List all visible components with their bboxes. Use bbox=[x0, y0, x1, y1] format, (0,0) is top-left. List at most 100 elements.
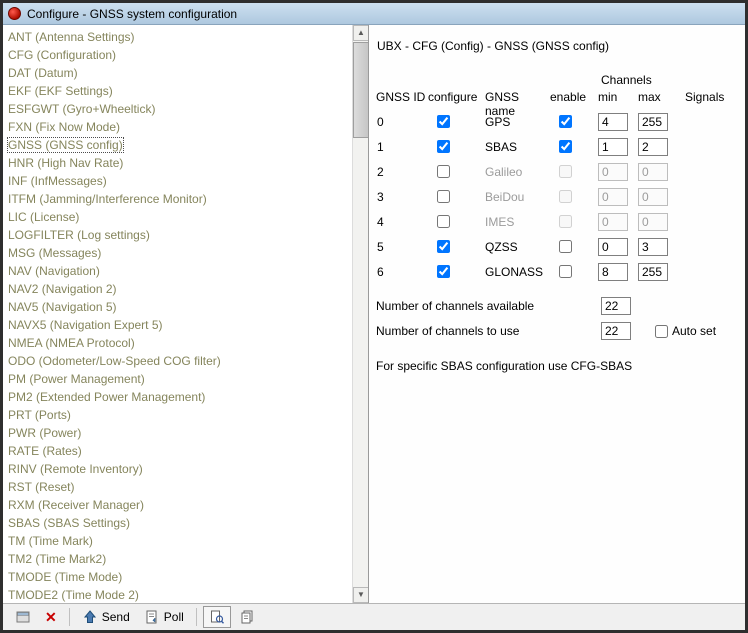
scroll-down-button[interactable]: ▼ bbox=[353, 587, 369, 603]
configure-cell bbox=[428, 159, 485, 184]
sidebar-item-itfm[interactable]: ITFM (Jamming/Interference Monitor) bbox=[3, 190, 352, 208]
max-cell bbox=[638, 109, 685, 134]
sidebar-item-label: HNR (High Nav Rate) bbox=[8, 156, 123, 170]
sidebar-item-label: GNSS (GNSS config) bbox=[8, 138, 123, 152]
sidebar-item-nav5[interactable]: NAV5 (Navigation 5) bbox=[3, 298, 352, 316]
scrollbar-thumb[interactable] bbox=[353, 42, 369, 138]
sidebar-item-pwr[interactable]: PWR (Power) bbox=[3, 424, 352, 442]
sidebar-item-rinv[interactable]: RINV (Remote Inventory) bbox=[3, 460, 352, 478]
enable-checkbox bbox=[559, 190, 572, 203]
send-button[interactable]: Send bbox=[76, 606, 136, 628]
sidebar-item-lic[interactable]: LIC (License) bbox=[3, 208, 352, 226]
min-channels-field[interactable] bbox=[598, 113, 628, 131]
scroll-up-button[interactable]: ▲ bbox=[353, 25, 369, 41]
sidebar-item-label: PWR (Power) bbox=[8, 426, 81, 440]
sidebar-item-cfg[interactable]: CFG (Configuration) bbox=[3, 46, 352, 64]
poll-button-label: Poll bbox=[164, 610, 184, 624]
auto-set-checkbox[interactable] bbox=[655, 325, 668, 338]
titlebar: Configure - GNSS system configuration bbox=[3, 3, 745, 25]
enable-checkbox[interactable] bbox=[559, 240, 572, 253]
sidebar-item-label: NAV (Navigation) bbox=[8, 264, 100, 278]
sidebar-item-dat[interactable]: DAT (Datum) bbox=[3, 64, 352, 82]
sidebar-item-label: SBAS (SBAS Settings) bbox=[8, 516, 130, 530]
max-channels-field bbox=[638, 188, 668, 206]
sidebar-item-odo[interactable]: ODO (Odometer/Low-Speed COG filter) bbox=[3, 352, 352, 370]
sidebar-item-label: CFG (Configuration) bbox=[8, 48, 116, 62]
col-configure: configure bbox=[428, 90, 485, 107]
pages-icon bbox=[239, 609, 255, 625]
sidebar-item-gnss[interactable]: GNSS (GNSS config) bbox=[3, 136, 352, 154]
gnss-id-value: 3 bbox=[376, 184, 428, 209]
sidebar-item-label: ITFM (Jamming/Interference Monitor) bbox=[8, 192, 207, 206]
signals-cell bbox=[685, 234, 740, 259]
enable-checkbox[interactable] bbox=[559, 140, 572, 153]
channels-available-field[interactable] bbox=[601, 297, 631, 315]
configure-checkbox[interactable] bbox=[437, 115, 450, 128]
signals-cell bbox=[685, 259, 740, 284]
sidebar-item-logfilter[interactable]: LOGFILTER (Log settings) bbox=[3, 226, 352, 244]
sidebar-item-label: NMEA (NMEA Protocol) bbox=[8, 336, 135, 350]
min-channels-field[interactable] bbox=[598, 138, 628, 156]
sidebar-item-msg[interactable]: MSG (Messages) bbox=[3, 244, 352, 262]
col-max: max bbox=[638, 90, 685, 107]
sidebar-item-sbas[interactable]: SBAS (SBAS Settings) bbox=[3, 514, 352, 532]
sidebar-item-label: EKF (EKF Settings) bbox=[8, 84, 113, 98]
configure-checkbox[interactable] bbox=[437, 240, 450, 253]
sidebar-item-tm2[interactable]: TM2 (Time Mark2) bbox=[3, 550, 352, 568]
configure-checkbox[interactable] bbox=[437, 265, 450, 278]
window-icon bbox=[15, 609, 31, 625]
enable-checkbox[interactable] bbox=[559, 265, 572, 278]
sidebar-item-tmode2[interactable]: TMODE2 (Time Mode 2) bbox=[3, 586, 352, 603]
sidebar-item-fxn[interactable]: FXN (Fix Now Mode) bbox=[3, 118, 352, 136]
red-x-icon: ✕ bbox=[45, 610, 57, 624]
sidebar-item-ant[interactable]: ANT (Antenna Settings) bbox=[3, 28, 352, 46]
configure-cell bbox=[428, 259, 485, 284]
toolbar-window-button[interactable] bbox=[9, 606, 37, 628]
enable-checkbox[interactable] bbox=[559, 115, 572, 128]
configure-cell bbox=[428, 184, 485, 209]
max-channels-field[interactable] bbox=[638, 113, 668, 131]
configure-checkbox[interactable] bbox=[437, 190, 450, 203]
sidebar-item-esfgwt[interactable]: ESFGWT (Gyro+Wheeltick) bbox=[3, 100, 352, 118]
poll-button[interactable]: Poll bbox=[138, 606, 190, 628]
abort-button[interactable]: ✕ bbox=[39, 606, 63, 628]
sidebar-item-nav[interactable]: NAV (Navigation) bbox=[3, 262, 352, 280]
configure-checkbox[interactable] bbox=[437, 140, 450, 153]
sidebar-item-rxm[interactable]: RXM (Receiver Manager) bbox=[3, 496, 352, 514]
poll-once-button[interactable] bbox=[203, 606, 231, 628]
sidebar-item-tm[interactable]: TM (Time Mark) bbox=[3, 532, 352, 550]
sidebar-item-ekf[interactable]: EKF (EKF Settings) bbox=[3, 82, 352, 100]
config-list: ANT (Antenna Settings) CFG (Configuration… bbox=[3, 25, 352, 603]
max-channels-field[interactable] bbox=[638, 238, 668, 256]
min-channels-field[interactable] bbox=[598, 238, 628, 256]
gnss-config-window: Configure - GNSS system configuration AN… bbox=[0, 0, 748, 633]
max-channels-field[interactable] bbox=[638, 263, 668, 281]
max-channels-field[interactable] bbox=[638, 138, 668, 156]
max-cell bbox=[638, 234, 685, 259]
sidebar-item-prt[interactable]: PRT (Ports) bbox=[3, 406, 352, 424]
sidebar-item-tmode[interactable]: TMODE (Time Mode) bbox=[3, 568, 352, 586]
sidebar-item-rst[interactable]: RST (Reset) bbox=[3, 478, 352, 496]
configure-checkbox[interactable] bbox=[437, 165, 450, 178]
send-icon bbox=[82, 609, 98, 625]
gnss-id-value: 4 bbox=[376, 209, 428, 234]
channels-use-field[interactable] bbox=[601, 322, 631, 340]
configure-checkbox[interactable] bbox=[437, 215, 450, 228]
sidebar-item-inf[interactable]: INF (InfMessages) bbox=[3, 172, 352, 190]
sidebar-item-label: PM (Power Management) bbox=[8, 372, 145, 386]
sidebar-item-nmea[interactable]: NMEA (NMEA Protocol) bbox=[3, 334, 352, 352]
sidebar-item-pm[interactable]: PM (Power Management) bbox=[3, 370, 352, 388]
min-channels-field[interactable] bbox=[598, 263, 628, 281]
window-title: Configure - GNSS system configuration bbox=[27, 7, 237, 21]
list-scrollbar[interactable]: ▲ ▼ bbox=[352, 25, 368, 603]
min-cell bbox=[598, 109, 638, 134]
sidebar-item-hnr[interactable]: HNR (High Nav Rate) bbox=[3, 154, 352, 172]
configure-cell bbox=[428, 209, 485, 234]
sidebar-item-nav2[interactable]: NAV2 (Navigation 2) bbox=[3, 280, 352, 298]
sidebar-item-rate[interactable]: RATE (Rates) bbox=[3, 442, 352, 460]
sidebar-item-navx5[interactable]: NAVX5 (Navigation Expert 5) bbox=[3, 316, 352, 334]
auto-poll-button[interactable] bbox=[233, 606, 261, 628]
sidebar-item-pm2[interactable]: PM2 (Extended Power Management) bbox=[3, 388, 352, 406]
enable-cell bbox=[550, 109, 598, 134]
max-cell bbox=[638, 184, 685, 209]
